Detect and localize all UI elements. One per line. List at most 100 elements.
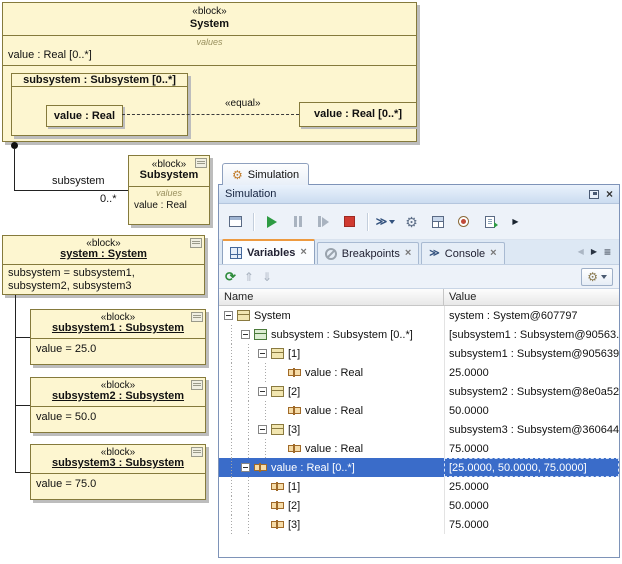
expander-icon[interactable]	[258, 387, 267, 396]
column-header-value[interactable]: Value	[444, 289, 619, 306]
record-icon	[458, 216, 469, 227]
tab-breakpoints[interactable]: Breakpoints ×	[317, 242, 420, 264]
tabs-scroll-left-icon[interactable]: ◀	[578, 248, 584, 256]
row-value-cell[interactable]: 50.0000	[444, 496, 619, 515]
expander-icon[interactable]	[258, 349, 267, 358]
step-button[interactable]	[312, 210, 335, 234]
table-row[interactable]: value : Real 50.0000	[219, 401, 619, 420]
pause-icon	[294, 216, 302, 227]
row-value-cell[interactable]: [subsystem1 : Subsystem@90563...	[444, 325, 619, 344]
tab-simulation-label: Simulation	[248, 169, 299, 181]
run-button[interactable]	[260, 210, 283, 234]
instance-subsystem1-block[interactable]: «block» subsystem1 : Subsystem value = 2…	[30, 309, 206, 365]
export-results-button[interactable]	[478, 210, 501, 234]
row-name: [1]	[288, 481, 300, 493]
row-value-cell[interactable]: subsystem1 : Subsystem@905639	[444, 344, 619, 363]
close-tab-icon[interactable]: ×	[300, 247, 306, 258]
row-value: [25.0000, 50.0000, 75.0000]	[449, 462, 587, 474]
panes-layout-button[interactable]	[426, 210, 449, 234]
tabs-scroll-right-icon[interactable]: ▶	[591, 248, 597, 256]
tabs-list-icon[interactable]: ≡	[604, 246, 611, 258]
row-name: [3]	[288, 519, 300, 531]
row-value-cell[interactable]: [25.0000, 50.0000, 75.0000]	[444, 458, 619, 477]
tab-simulation[interactable]: ⚙ Simulation	[222, 163, 309, 185]
row-value-cell[interactable]: 50.0000	[444, 401, 619, 420]
undock-icon[interactable]	[589, 190, 599, 199]
table-row-selected[interactable]: value : Real [0..*] [25.0000, 50.0000, 7…	[219, 458, 619, 477]
variables-icon	[230, 247, 242, 259]
table-row[interactable]: [2] 50.0000	[219, 496, 619, 515]
close-icon[interactable]: ×	[606, 188, 613, 200]
table-row[interactable]: value : Real 75.0000	[219, 439, 619, 458]
instance-system-block[interactable]: «block» system : System subsystem = subs…	[2, 235, 205, 295]
column-header-name[interactable]: Name	[219, 289, 444, 306]
tab-console[interactable]: ≫ Console ×	[421, 242, 504, 264]
subsystem-part-box[interactable]: subsystem : Subsystem [0..*] value : Rea…	[11, 73, 188, 136]
table-row[interactable]: [3] subsystem3 : Subsystem@360644	[219, 420, 619, 439]
expander-icon[interactable]	[241, 330, 250, 339]
row-value-cell[interactable]: 25.0000	[444, 363, 619, 382]
play-icon	[267, 216, 277, 228]
row-value-cell[interactable]: system : System@607797	[444, 306, 619, 325]
row-value-cell[interactable]: subsystem2 : Subsystem@8e0a52	[444, 382, 619, 401]
import-icon[interactable]: ⇓	[262, 271, 272, 283]
table-row[interactable]: [1] 25.0000	[219, 477, 619, 496]
toolbar-overflow-arrow[interactable]: ▶	[504, 210, 527, 234]
table-row[interactable]: [1] subsystem1 : Subsystem@905639	[219, 344, 619, 363]
table-row[interactable]: value : Real 25.0000	[219, 363, 619, 382]
compartment-separator	[3, 35, 416, 36]
record-button[interactable]	[452, 210, 475, 234]
panel-title: Simulation	[225, 188, 276, 200]
close-tab-icon[interactable]: ×	[405, 248, 411, 259]
pause-button[interactable]	[286, 210, 309, 234]
instance-icon	[271, 348, 284, 359]
export-icon[interactable]: ⇑	[244, 271, 254, 283]
row-name: subsystem : Subsystem [0..*]	[271, 329, 413, 341]
row-name: value : Real	[305, 443, 363, 455]
panel-tabs: Variables × Breakpoints × ≫ Console × ◀ …	[219, 240, 619, 265]
tab-variables[interactable]: Variables ×	[222, 239, 315, 264]
instance-subsystem3-block[interactable]: «block» subsystem3 : Subsystem value = 7…	[30, 444, 206, 500]
variables-toolbar: ⟳ ⇑ ⇓ ⚙	[219, 265, 619, 289]
instance-icon	[271, 386, 284, 397]
row-value-cell[interactable]: 25.0000	[444, 477, 619, 496]
row-name: [2]	[288, 500, 300, 512]
table-row[interactable]: [3] 75.0000	[219, 515, 619, 534]
instance-name: subsystem2 : Subsystem	[31, 390, 205, 402]
expander-icon[interactable]	[241, 463, 250, 472]
table-options-dropdown[interactable]: ⚙	[581, 268, 613, 286]
tab-console-label: Console	[445, 248, 485, 260]
association-role-label: subsystem	[52, 175, 105, 187]
stop-icon	[344, 216, 355, 227]
table-row[interactable]: System system : System@607797	[219, 306, 619, 325]
subsystem-value-attribute: value : Real	[134, 200, 187, 211]
expander-icon[interactable]	[224, 311, 233, 320]
row-value-cell[interactable]: 75.0000	[444, 439, 619, 458]
expander-icon[interactable]	[258, 425, 267, 434]
instance-subsystem2-block[interactable]: «block» subsystem2 : Subsystem value = 5…	[30, 377, 206, 433]
refresh-icon[interactable]: ⟳	[225, 270, 236, 283]
system-value-attribute: value : Real [0..*]	[8, 49, 92, 61]
simulation-options-button[interactable]: ⚙	[400, 210, 423, 234]
association-line-horizontal[interactable]	[14, 190, 128, 191]
row-value-cell[interactable]: 75.0000	[444, 515, 619, 534]
table-row[interactable]: [2] subsystem2 : Subsystem@8e0a52	[219, 382, 619, 401]
panel-titlebar[interactable]: Simulation ×	[219, 185, 619, 204]
subsystem-name: Subsystem	[129, 169, 209, 181]
value-icon	[254, 464, 267, 471]
subsystem-block[interactable]: «block» Subsystem values value : Real	[128, 155, 210, 225]
terminate-button[interactable]	[338, 210, 361, 234]
system-block[interactable]: «block» System values value : Real [0..*…	[2, 2, 417, 142]
table-row[interactable]: subsystem : Subsystem [0..*] [subsystem1…	[219, 325, 619, 344]
simulation-window-button[interactable]	[224, 210, 247, 234]
slot-line: value = 50.0	[36, 411, 96, 423]
animation-speed-dropdown[interactable]: ≫	[374, 210, 397, 234]
bound-value-box[interactable]: value : Real [0..*]	[299, 102, 417, 127]
simulation-toolbar: ≫ ⚙ ▶	[219, 204, 619, 240]
equal-connector-line[interactable]	[122, 114, 299, 115]
close-tab-icon[interactable]: ×	[490, 248, 496, 259]
association-line-vertical[interactable]	[14, 148, 15, 191]
part-value-box[interactable]: value : Real	[46, 105, 123, 127]
equal-connector-label: «equal»	[225, 98, 261, 109]
row-value-cell[interactable]: subsystem3 : Subsystem@360644	[444, 420, 619, 439]
